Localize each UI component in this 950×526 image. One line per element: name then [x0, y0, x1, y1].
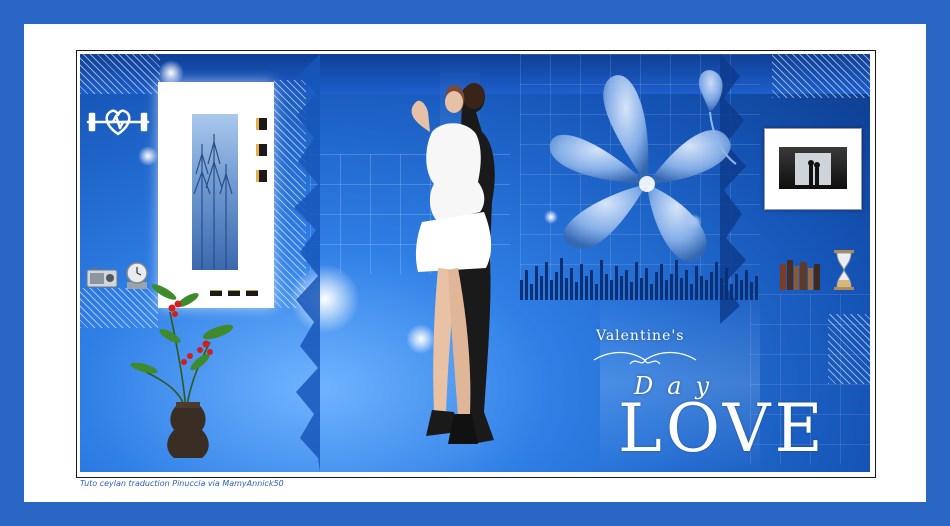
love-text: LOVE	[618, 390, 827, 467]
stripes-top-left	[80, 54, 160, 94]
credit-text: Tuto ceylan traduction Pinuccia via Mamy…	[80, 479, 284, 488]
hourglass-icon	[834, 250, 854, 290]
heart-dumbbell-icon	[86, 109, 150, 136]
artwork-canvas: Valentine's Day LOVE	[80, 54, 870, 472]
framed-photo	[779, 147, 847, 189]
window-slot	[256, 144, 267, 156]
valentine-title-text: Valentine's	[596, 328, 685, 344]
stripes-top-right	[772, 54, 870, 98]
dancing-couple-image	[411, 83, 495, 444]
blue-flower-image	[549, 70, 737, 263]
couple-silhouette-icon	[795, 153, 831, 185]
window-slot	[256, 118, 267, 130]
radio-icon	[86, 266, 118, 288]
pine-trees-icon	[193, 134, 233, 270]
sparkle	[138, 146, 158, 166]
ornament-flourish-icon	[593, 351, 697, 365]
forest-window-image	[192, 114, 238, 270]
books-icon	[780, 260, 820, 290]
jagged-edge-left	[294, 54, 320, 472]
picture-frame	[764, 128, 862, 210]
vase-plant-icon	[130, 284, 234, 458]
window-slot	[256, 170, 267, 182]
